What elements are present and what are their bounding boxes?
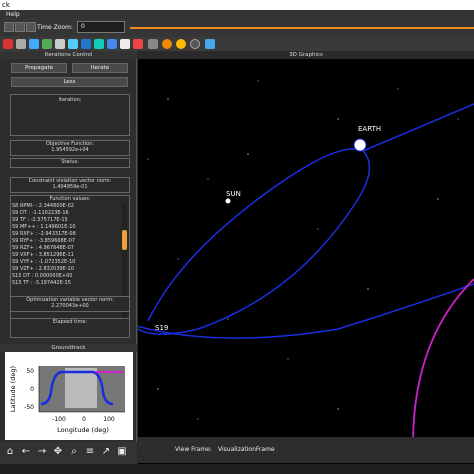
home-icon[interactable]: ⌂ [4,446,16,458]
document-icon[interactable] [120,39,130,49]
status-strip [0,464,474,474]
time-slider[interactable] [130,27,474,29]
list-item: S9 DT : -1.110223E-16 [12,210,69,216]
constraint-value: 1.494959e-01 [52,184,88,190]
constraint-box: Constraint violation vector norm: 1.4949… [10,177,130,193]
forward-icon[interactable]: → [36,446,48,458]
groundtrack-header: Groundtrack [0,344,137,352]
view-frame-value[interactable]: VisualizationFrame [218,446,275,453]
list-item: S15 DT : 0.000000E+00 [12,273,73,279]
list-item: S9 VZF+ : 2.832039E-10 [12,266,74,272]
y-axis-label: Latitude (deg) [9,366,17,412]
magenta-trajectory [412,278,474,445]
time-zoom-label: Time Zoom: [37,24,73,31]
plot-icon[interactable]: ↗ [100,446,112,458]
map-land [65,368,97,408]
propagate-button[interactable]: Propagate [11,63,67,73]
y-tick: -50 [24,404,34,411]
menu-help[interactable]: Help [6,11,20,18]
orbit-path-lower [138,283,474,339]
iteration-label: Iteration: [58,97,82,103]
3d-view[interactable] [138,51,474,474]
list-item: S9 RYF+ : -3.859668E-07 [12,238,76,244]
list-item: S9 RZF+ : 4.967648E-07 [12,245,74,251]
earth-marker[interactable] [353,138,367,152]
scrollbar-thumb[interactable] [122,230,127,250]
chart-icon[interactable] [42,39,52,49]
view-frame-label: View Frame: [175,446,212,453]
groundtrack-plot[interactable]: 50 0 -50 -100 0 100 Longitude (deg) Lati… [5,352,133,440]
satellite-icon[interactable] [68,39,78,49]
iterations-header: Iterations Control [0,51,137,59]
view-title: 3D Graphics [138,51,474,59]
groundtrack-svg: 50 0 -50 -100 0 100 Longitude (deg) Lati… [9,366,125,434]
x-axis-label: Longitude (deg) [57,426,109,434]
camera-icon[interactable] [148,39,158,49]
elapsed-box: Elapsed time: [10,318,130,338]
s19-label: S19 [155,324,169,332]
opt-norm-box: Optimization variable vector norm: 2.270… [10,296,130,312]
x-tick: -100 [52,416,66,423]
save-icon[interactable]: ▣ [116,446,128,458]
target-icon[interactable] [190,39,200,49]
y-tick: 0 [30,386,34,393]
function-values-label: Function values: [49,196,91,202]
list-item: S9 VXF+ : 3.851296E-11 [12,252,74,258]
menu-bar: Help [0,10,474,19]
list-item: S9 TF : -2.575717E-15 [12,217,68,223]
planet-icon[interactable] [107,39,117,49]
iterate-button[interactable]: Iterate [72,63,128,73]
flag-icon[interactable] [133,39,143,49]
status-label: Status: [61,159,79,165]
move-icon[interactable]: ✥ [52,446,64,458]
list-item: S9 VYF+ : -1.072352E-10 [12,259,76,265]
orbit-path [138,148,371,335]
objective-box: Objective Function: 1.954592e+04 [10,140,130,156]
iteration-box: Iteration: [10,94,130,136]
back-icon[interactable]: ← [20,446,32,458]
sun-label: SUN [226,190,241,198]
star-icon[interactable] [176,39,186,49]
sun-icon[interactable] [162,39,172,49]
orbit-icon[interactable] [81,39,91,49]
earth-icon[interactable] [94,39,104,49]
grid-icon[interactable] [16,39,26,49]
globe-icon[interactable] [29,39,39,49]
x-tick: 100 [103,416,115,423]
list-item: S9 MF++ : 1.149601E-10 [12,224,76,230]
earth-label: EARTH [358,125,382,133]
elapsed-label: Elapsed time: [52,319,88,325]
play-icon[interactable] [4,22,14,32]
list-item: S15 TF : -3.197442E-15 [12,280,71,286]
less-button[interactable]: Less [11,77,128,87]
status-box: Status: [10,158,130,168]
x-tick: 0 [82,416,86,423]
zoom-icon[interactable]: ⌕ [68,446,80,458]
settings-icon[interactable]: ≡ [84,446,96,458]
table-icon[interactable] [55,39,65,49]
stars [147,80,459,420]
scene-svg [138,80,474,445]
time-zoom-input[interactable]: 0 [77,21,125,33]
step-icon[interactable] [26,22,36,32]
title-bar: ck [0,0,474,10]
app-window: ck Help Time Zoom: 0 Iterations Control … [0,0,474,474]
stop-icon[interactable] [3,39,13,49]
opt-norm-value: 2.270043e+00 [51,303,89,309]
pause-icon[interactable] [15,22,25,32]
list-item: S9 RXF+ : -2.943317E-08 [12,231,76,237]
info-icon[interactable] [205,39,215,49]
list-item: S8 RPMl- : 2.344800E-02 [12,203,74,209]
sun-marker[interactable] [225,198,231,204]
y-tick: 50 [26,368,34,375]
objective-value: 1.954592e+04 [51,147,89,153]
